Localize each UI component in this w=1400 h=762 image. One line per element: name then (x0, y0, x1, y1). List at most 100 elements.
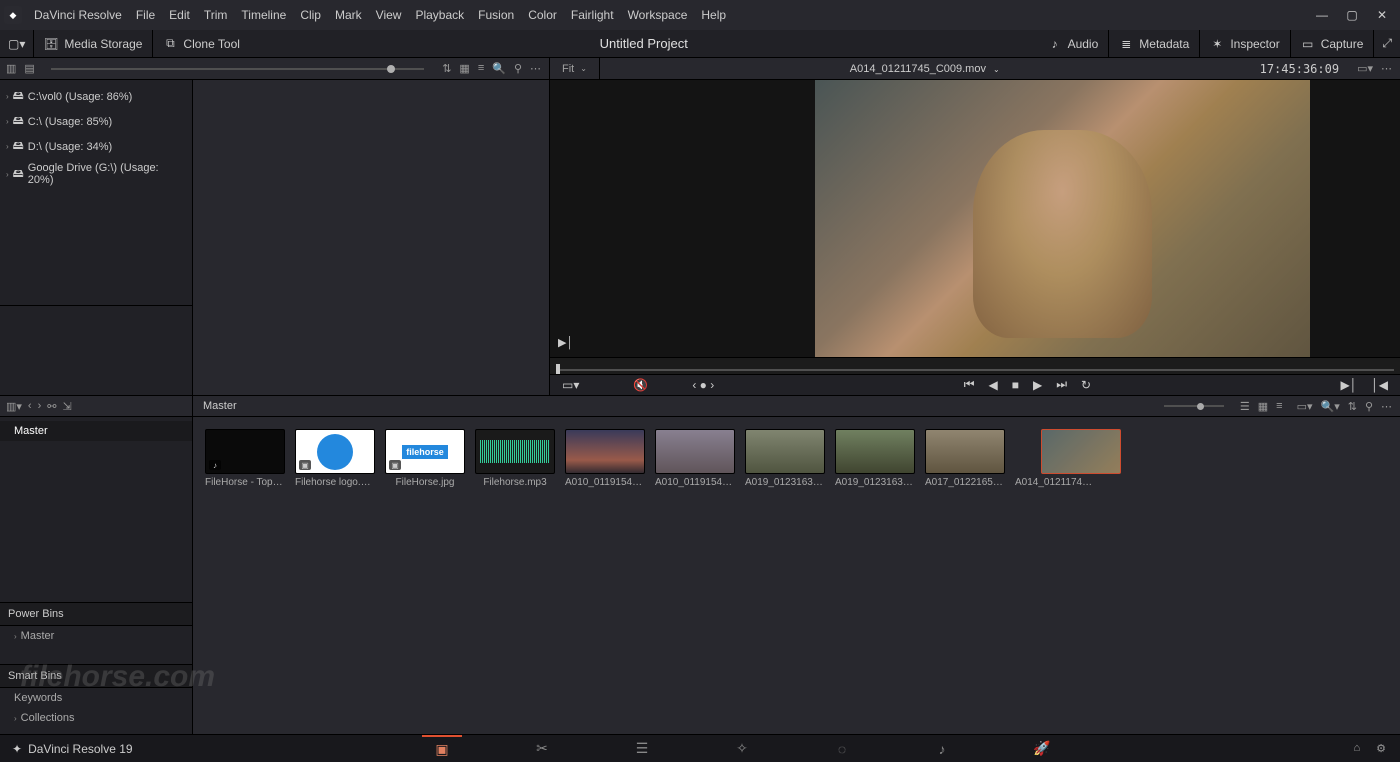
viewer-video-area[interactable]: ▶│ (550, 80, 1400, 357)
pool-strip-view-icon[interactable]: ☰ (1240, 400, 1250, 413)
menu-timeline[interactable]: Timeline (241, 8, 286, 22)
smart-bins-header[interactable]: Smart Bins (0, 664, 192, 688)
clip-item[interactable]: A014_01211745_C... (1015, 429, 1095, 488)
list-view-icon[interactable]: ≡ (478, 62, 484, 75)
filter-icon[interactable]: ⚲ (514, 62, 522, 75)
pool-sort-icon[interactable]: ⇅ (1348, 400, 1357, 413)
clip-thumb-slider[interactable] (1164, 405, 1224, 407)
menu-trim[interactable]: Trim (204, 8, 228, 22)
page-fusion-button[interactable]: ✧ (722, 735, 762, 762)
prev-frame-button[interactable]: ◀ (989, 378, 998, 392)
page-fairlight-button[interactable]: ♪ (922, 735, 962, 762)
menu-fairlight[interactable]: Fairlight (571, 8, 614, 22)
pool-search-icon[interactable]: 🔍▾ (1321, 400, 1340, 413)
menu-playback[interactable]: Playback (415, 8, 464, 22)
mark-in-button[interactable]: ▶│ (1341, 378, 1358, 392)
metadata-panel-button[interactable]: ≣ Metadata (1109, 30, 1199, 57)
panel-layout-icon[interactable]: ▥ (6, 62, 16, 75)
bin-master[interactable]: Master (0, 421, 192, 441)
clip-item[interactable]: ▣Filehorse logo.png (295, 429, 375, 488)
play-button[interactable]: ▶ (1033, 378, 1042, 392)
page-media-button[interactable]: ▣ (422, 735, 462, 762)
smart-bin-collections[interactable]: ›Collections (0, 708, 192, 728)
drive-item[interactable]: ›🖴D:\ (Usage: 34%) (0, 134, 192, 159)
nav-back-icon[interactable]: ‹ (28, 400, 32, 412)
clip-item[interactable]: ▣FileHorse.jpg (385, 429, 465, 488)
app-logo-icon: ◆ (4, 6, 22, 24)
drive-item[interactable]: ›🖴Google Drive (G:\) (Usage: 20%) (0, 159, 192, 189)
project-settings-button[interactable]: ⚙ (1376, 742, 1386, 755)
media-pool-clips[interactable]: ♪FileHorse - Top 5 -...▣Filehorse logo.p… (193, 417, 1400, 734)
clip-item[interactable]: Filehorse.mp3 (475, 429, 555, 488)
next-frame-button[interactable]: ⏭ (1056, 377, 1067, 392)
breadcrumb-path[interactable]: Master (193, 400, 247, 412)
menu-view[interactable]: View (376, 8, 402, 22)
menu-color[interactable]: Color (528, 8, 557, 22)
viewer-zoom-dropdown[interactable]: Fit ⌄ (550, 58, 600, 79)
drive-item[interactable]: ›🖴C:\ (Usage: 85%) (0, 109, 192, 134)
viewer-mode-icon[interactable]: ▭▾ (1357, 62, 1373, 75)
match-frame-icon[interactable]: ▭▾ (562, 378, 579, 392)
menu-file[interactable]: File (136, 8, 155, 22)
viewer-options-icon[interactable]: ⋯ (1381, 62, 1392, 75)
menu-mark[interactable]: Mark (335, 8, 362, 22)
bin-layout-icon[interactable]: ▥▾ (6, 400, 22, 413)
page-deliver-button[interactable]: 🚀 (1022, 735, 1062, 762)
drive-item[interactable]: ›🖴C:\vol0 (Usage: 86%) (0, 84, 192, 109)
maximize-button[interactable]: ▢ (1346, 8, 1358, 22)
close-button[interactable]: ✕ (1376, 8, 1388, 22)
clone-tool-button[interactable]: ⧉ Clone Tool (153, 30, 249, 57)
viewer-timecode[interactable]: 17:45:36:09 (1250, 62, 1349, 76)
inspector-panel-button[interactable]: ✶ Inspector (1200, 30, 1289, 57)
media-storage-button[interactable]: 🗄 Media Storage (34, 30, 152, 57)
home-button[interactable]: ⌂ (1353, 742, 1360, 755)
page-edit-button[interactable]: ☰ (622, 735, 662, 762)
clip-item[interactable]: A010_01191548_C... (655, 429, 735, 488)
import-icon[interactable]: ⇲ (62, 400, 71, 413)
nav-fwd-icon[interactable]: › (38, 400, 42, 412)
menu-clip[interactable]: Clip (300, 8, 321, 22)
viewer-scrubber[interactable] (550, 357, 1400, 374)
pool-list-view-icon[interactable]: ≡ (1276, 400, 1282, 412)
smart-bin-keywords[interactable]: Keywords (0, 688, 192, 708)
power-bin-item[interactable]: ›Master (0, 626, 192, 646)
menu-fusion[interactable]: Fusion (478, 8, 514, 22)
pool-options-icon[interactable]: ⋯ (1381, 400, 1392, 413)
clip-item[interactable]: A017_01221659_C... (925, 429, 1005, 488)
clip-item[interactable]: A010_01191542_C... (565, 429, 645, 488)
link-icon[interactable]: ⚯ (47, 400, 56, 413)
pool-filter-icon[interactable]: ⚲ (1365, 400, 1373, 413)
panel-layout2-icon[interactable]: ▤ (24, 62, 34, 75)
stop-button[interactable]: ■ (1012, 378, 1019, 392)
mute-icon[interactable]: 🔇 (633, 378, 648, 392)
menu-edit[interactable]: Edit (169, 8, 190, 22)
options-icon[interactable]: ⋯ (530, 62, 541, 75)
thumbnail-size-slider[interactable] (41, 68, 434, 70)
clip-item[interactable]: ♪FileHorse - Top 5 -... (205, 429, 285, 488)
sort-icon[interactable]: ⇅ (442, 62, 451, 75)
mark-out-icon[interactable]: ▶│ (558, 336, 573, 349)
menu-davinci[interactable]: DaVinci Resolve (34, 8, 122, 22)
page-color-button[interactable]: ◌ (822, 735, 862, 762)
clip-item[interactable]: A019_01231637_C... (745, 429, 825, 488)
mark-out-button[interactable]: │◀ (1371, 378, 1388, 392)
power-bins-header[interactable]: Power Bins (0, 602, 192, 626)
library-toggle-button[interactable]: ▢▾ (0, 30, 33, 57)
pool-grid-view-icon[interactable]: ▦ (1258, 400, 1268, 413)
capture-panel-button[interactable]: ▭ Capture (1291, 30, 1374, 57)
media-thumbs-area[interactable] (193, 80, 550, 395)
audio-panel-button[interactable]: ♪ Audio (1038, 30, 1109, 57)
menu-help[interactable]: Help (701, 8, 726, 22)
loop-button[interactable]: ↻ (1081, 378, 1091, 392)
viewer-clip-name[interactable]: A014_01211745_C009.mov ⌄ (600, 63, 1250, 75)
first-frame-button[interactable]: ⏮ (964, 377, 975, 392)
pool-view-mode-icon[interactable]: ▭▾ (1297, 400, 1313, 413)
page-cut-button[interactable]: ✂ (522, 735, 562, 762)
clip-item[interactable]: A019_01231639_C... (835, 429, 915, 488)
search-icon[interactable]: 🔍 (492, 62, 506, 75)
jog-prev-icon[interactable]: ‹ ● › (692, 378, 714, 392)
minimize-button[interactable]: — (1316, 8, 1328, 22)
expand-button[interactable]: ⤢ (1374, 30, 1400, 57)
grid-view-icon[interactable]: ▦ (459, 62, 469, 75)
menu-workspace[interactable]: Workspace (628, 8, 688, 22)
